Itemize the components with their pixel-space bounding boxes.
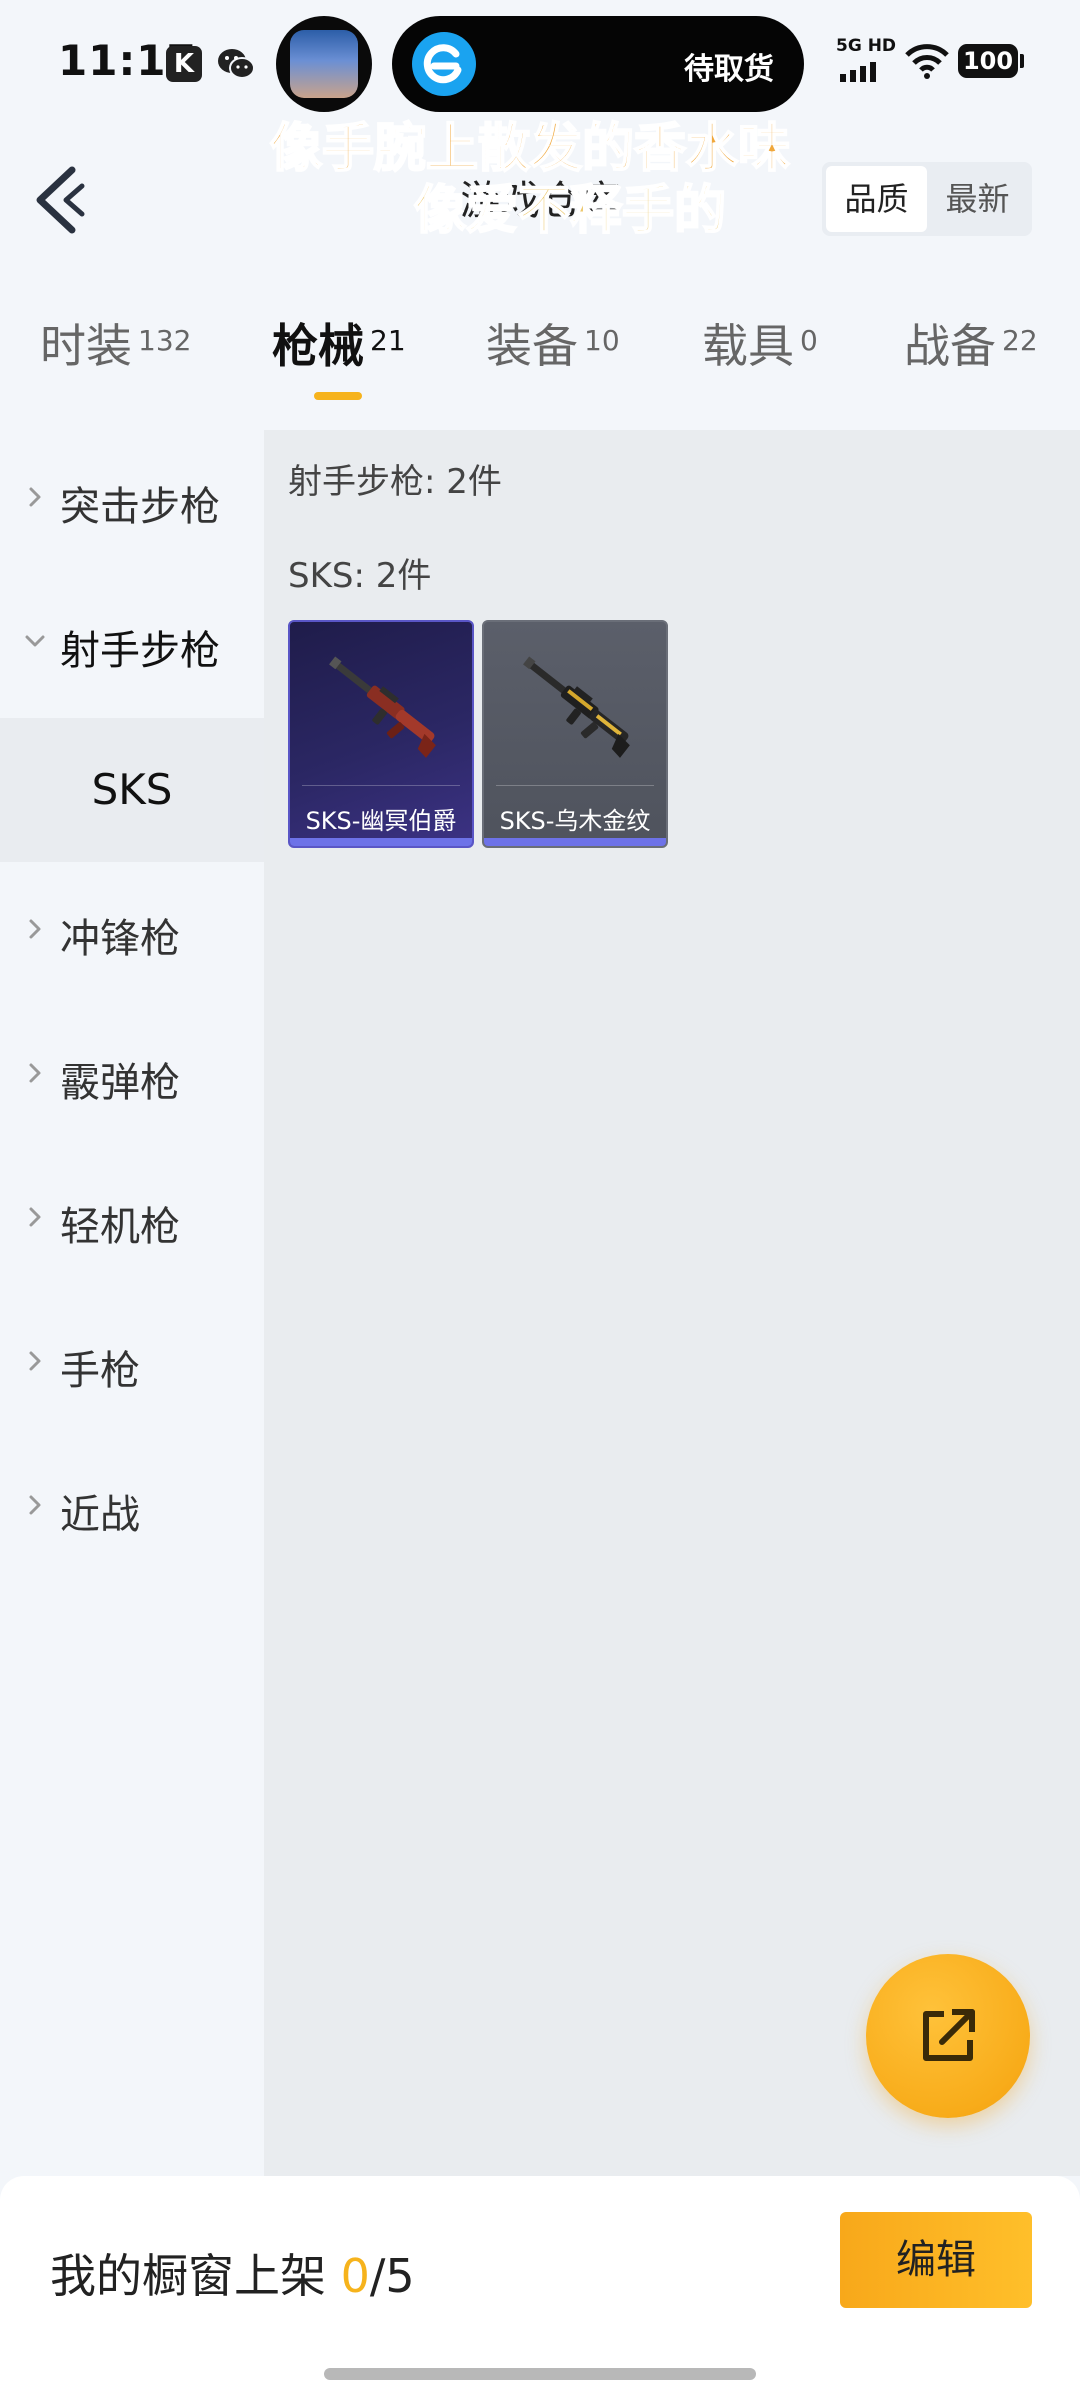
- sort-quality-option[interactable]: 品质: [826, 166, 927, 232]
- home-indicator[interactable]: [324, 2368, 756, 2380]
- sidebar-item-pistol[interactable]: 手枪: [0, 1294, 264, 1438]
- tab-equipment[interactable]: 装备 10: [486, 310, 620, 376]
- battery-indicator: 100: [958, 44, 1018, 78]
- bottom-bar: 我的橱窗上架 0/5 编辑: [0, 2176, 1080, 2400]
- active-tab-indicator: [314, 392, 362, 400]
- chevron-right-icon: [29, 1351, 41, 1371]
- external-link-icon: [923, 2009, 975, 2061]
- sidebar-item-marksman-rifle[interactable]: 射手步枪: [0, 574, 264, 718]
- sidebar-item-melee[interactable]: 近战: [0, 1438, 264, 1582]
- item-name: SKS-幽冥伯爵: [305, 807, 457, 835]
- sidebar-item-label: 突击步枪: [60, 484, 220, 530]
- item-name: SKS-乌木金纹: [499, 807, 651, 835]
- tab-label: 载具: [702, 319, 794, 373]
- rifle-icon: [523, 656, 630, 758]
- sidebar-item-label: 霰弹枪: [60, 1060, 180, 1106]
- rifle-icon: [329, 656, 436, 758]
- sidebar-item-label: 轻机枪: [60, 1204, 180, 1250]
- sidebar-item-shotgun[interactable]: 霰弹枪: [0, 1006, 264, 1150]
- tab-count: 22: [1002, 324, 1038, 357]
- tab-count: 132: [138, 324, 192, 357]
- tab-weapons[interactable]: 枪械 21: [272, 310, 406, 376]
- sidebar-item-lmg[interactable]: 轻机枪: [0, 1150, 264, 1294]
- cellular-signal-icon: [840, 62, 876, 82]
- tab-count: 0: [800, 324, 818, 357]
- card-divider: [496, 785, 654, 786]
- chevron-right-icon: [29, 1207, 41, 1227]
- tab-label: 装备: [486, 319, 578, 373]
- sidebar-item-label: 近战: [60, 1492, 140, 1538]
- rarity-bar: [484, 838, 666, 846]
- sidebar-item-smg[interactable]: 冲锋枪: [0, 862, 264, 1006]
- item-card[interactable]: SKS-乌木金纹: [482, 620, 668, 848]
- chevron-right-icon: [29, 487, 41, 507]
- tab-label: 战备: [904, 319, 996, 373]
- battery-tip: [1020, 54, 1024, 68]
- tab-count: 21: [370, 324, 406, 357]
- tab-supplies[interactable]: 战备 22: [904, 310, 1038, 376]
- item-card[interactable]: SKS-幽冥伯爵: [288, 620, 474, 848]
- k-app-icon: K: [166, 46, 202, 82]
- category-tabs: 时装 132 枪械 21 装备 10 载具 0 战备 22: [0, 310, 1080, 410]
- sidebar-item-label: 射手步枪: [60, 628, 220, 674]
- sidebar-subitem-sks[interactable]: SKS: [0, 718, 264, 862]
- showcase-label: 我的橱窗上架: [50, 2249, 326, 2303]
- wifi-icon: [905, 44, 949, 79]
- sidebar: 突击步枪 射手步枪 SKS 冲锋枪 霰弹枪 轻机枪 手枪 近战: [0, 430, 264, 2176]
- chevron-down-icon: [25, 635, 45, 647]
- sidebar-item-label: 手枪: [60, 1348, 140, 1394]
- wechat-icon: [218, 49, 255, 79]
- share-button[interactable]: [866, 1954, 1030, 2118]
- chevron-right-icon: [29, 919, 41, 939]
- tab-count: 10: [584, 324, 620, 357]
- showcase-total: /5: [369, 2249, 415, 2303]
- sort-toggle: 品质 最新: [822, 162, 1032, 236]
- showcase-count: 0: [340, 2249, 370, 2303]
- tab-label: 时装: [40, 319, 132, 373]
- group-count-title: SKS: 2件: [288, 556, 432, 596]
- card-divider: [302, 785, 460, 786]
- tab-outfits[interactable]: 时装 132: [40, 310, 191, 376]
- rarity-bar: [290, 838, 472, 846]
- tab-label: 枪械: [272, 319, 364, 373]
- sort-newest-option[interactable]: 最新: [927, 166, 1028, 232]
- chevron-right-icon: [29, 1063, 41, 1083]
- island-status-text: 待取货: [684, 52, 774, 87]
- chevron-right-icon: [29, 1495, 41, 1515]
- sidebar-item-label: 冲锋枪: [60, 916, 180, 962]
- sidebar-item-assault-rifle[interactable]: 突击步枪: [0, 430, 264, 574]
- showcase-status: 我的橱窗上架 0/5: [50, 2240, 415, 2306]
- category-count-title: 射手步枪: 2件: [288, 462, 502, 502]
- edit-button[interactable]: 编辑: [840, 2212, 1032, 2308]
- delivery-app-icon: [412, 32, 476, 96]
- dynamic-island[interactable]: 待取货: [392, 16, 804, 112]
- item-grid-panel: 射手步枪: 2件 SKS: 2件 SKS-幽冥伯爵 SKS-乌木金纹: [264, 430, 1080, 2176]
- status-bar: 11:17 K 待取货 5G HD 100: [0, 0, 1080, 130]
- tab-vehicles[interactable]: 载具 0: [702, 310, 818, 376]
- avatar[interactable]: [276, 16, 372, 112]
